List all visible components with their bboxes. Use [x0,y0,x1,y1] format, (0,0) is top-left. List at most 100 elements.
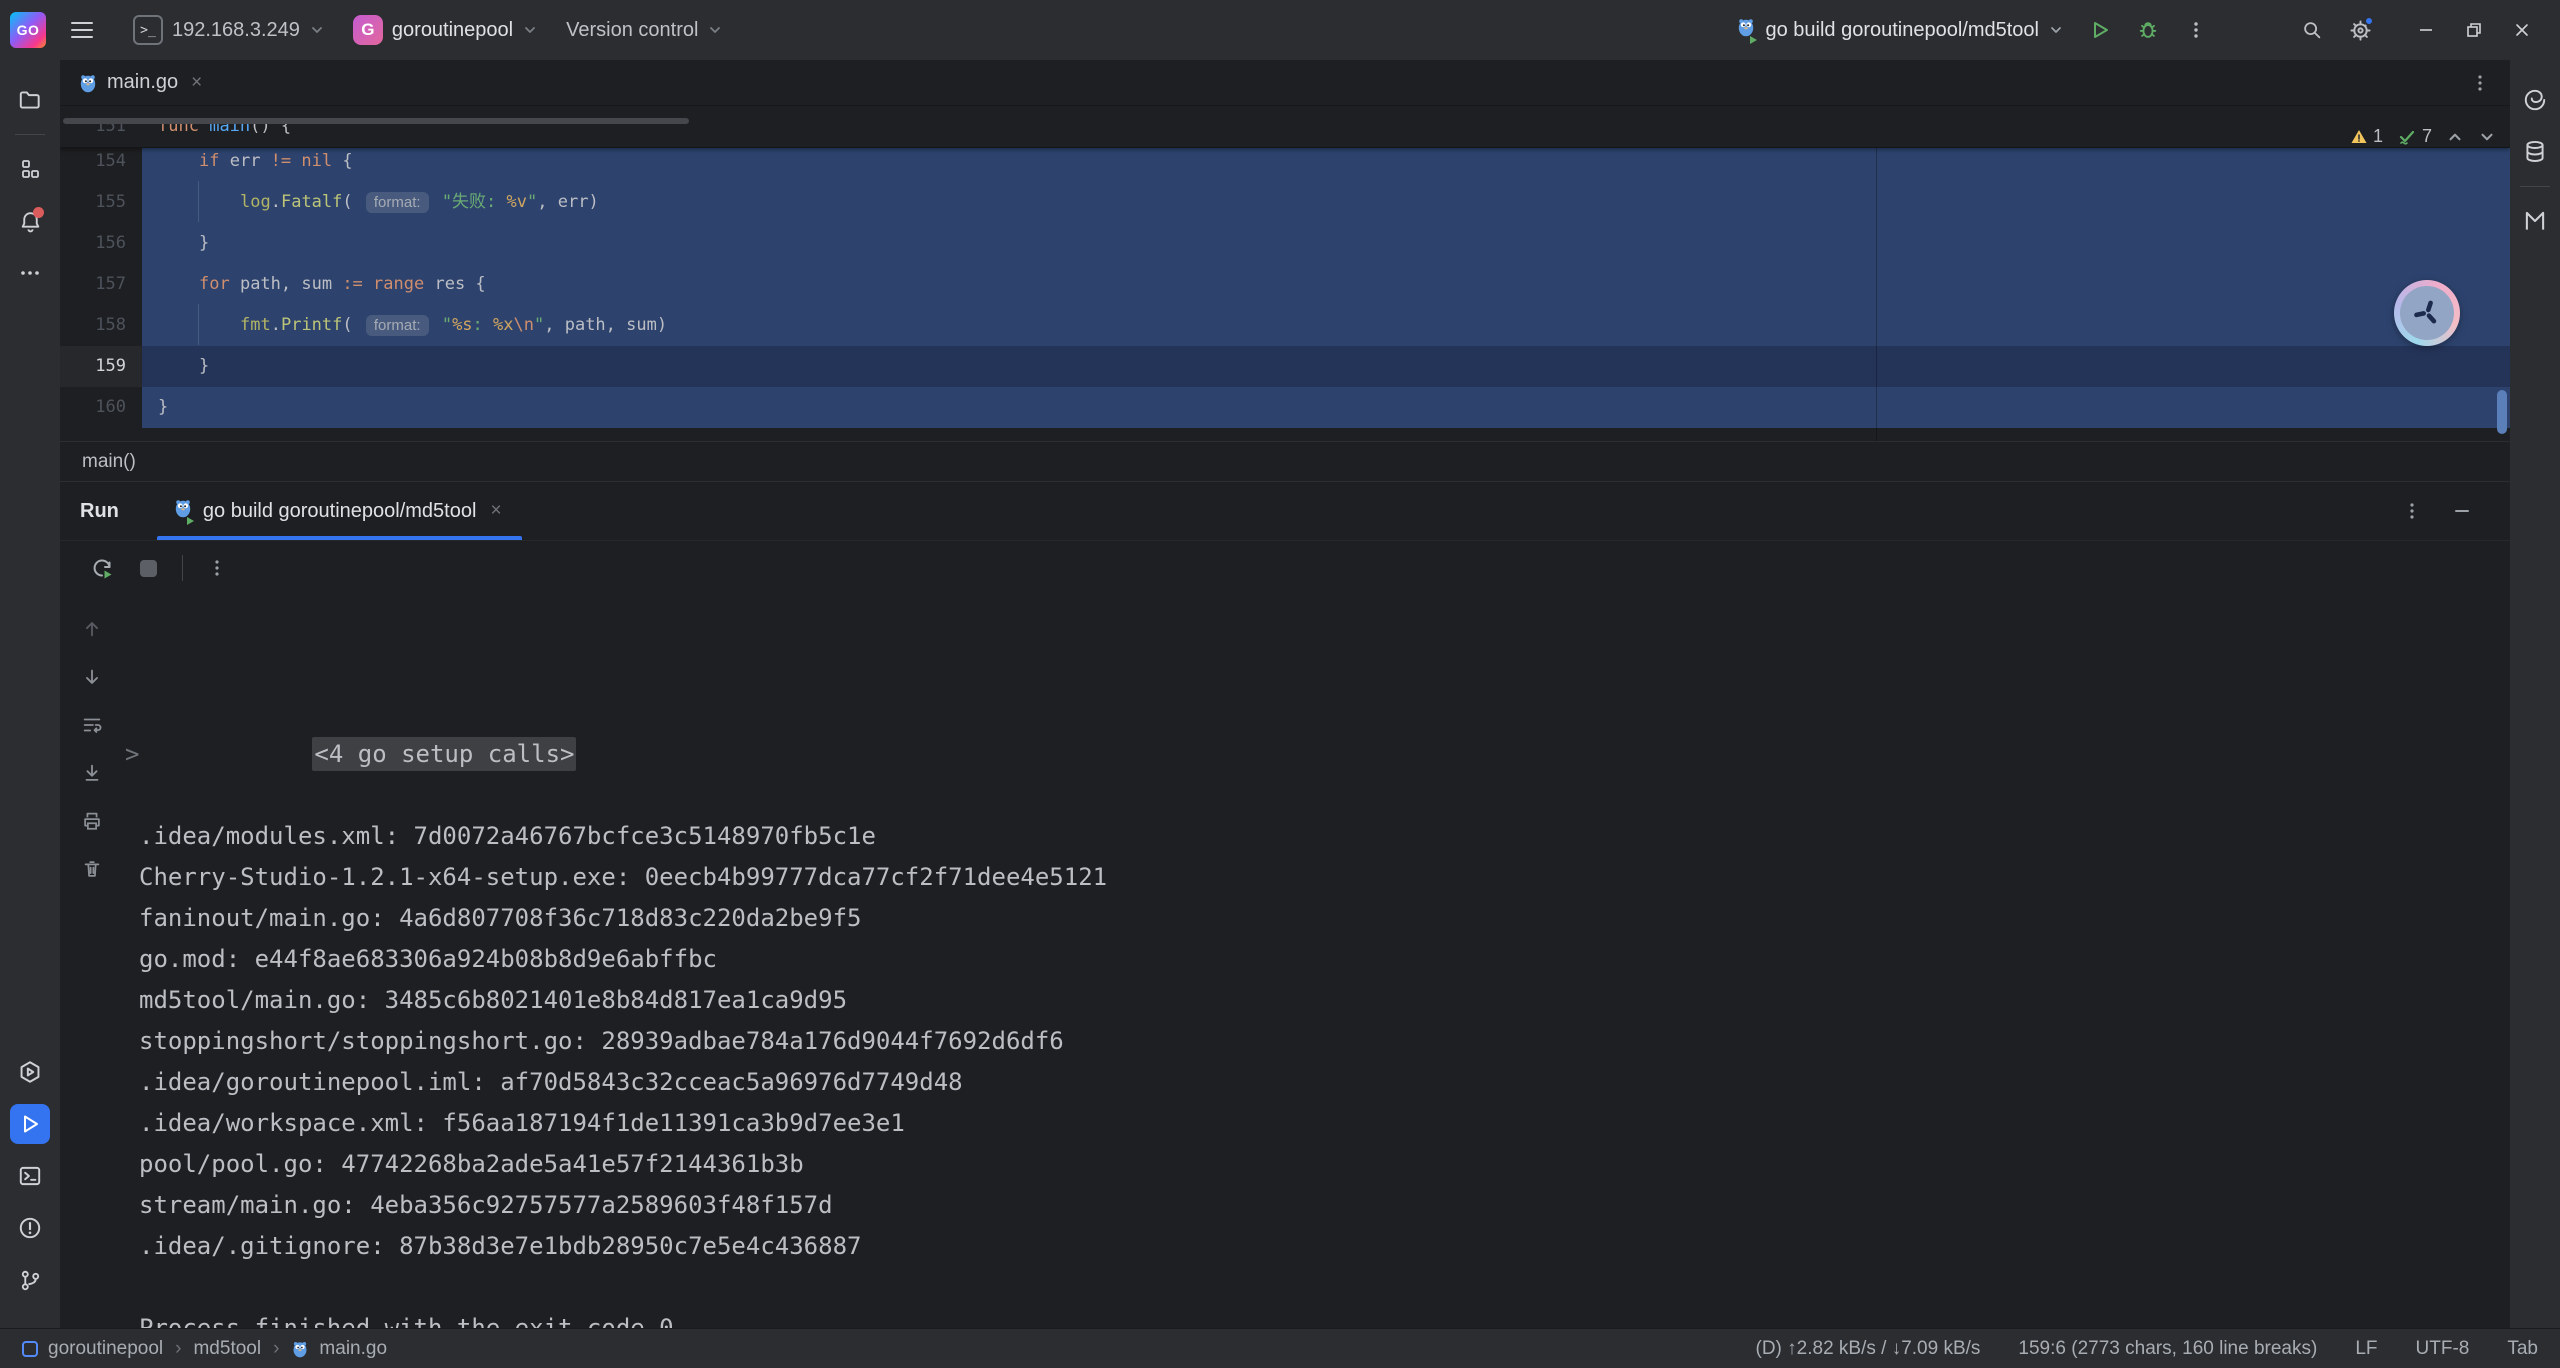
code-token [432,192,442,212]
folded-text[interactable]: <4 go setup calls> [312,737,576,771]
vcs-widget[interactable]: Version control [557,14,732,47]
passed-indicator[interactable]: 7 [2397,126,2432,147]
goland-logo: GO [10,12,46,48]
stop-icon [140,560,157,577]
database-tool-button[interactable] [2515,132,2555,172]
inlay-hint: format: [366,192,429,213]
more-tool-windows-button[interactable] [10,253,50,293]
inspections-widget[interactable]: 1 7 [2350,126,2496,147]
maven-tool-button[interactable] [2515,201,2555,241]
problems-tool-button[interactable] [10,1208,50,1248]
rerun-button[interactable] [82,548,122,588]
status-breadcrumbs[interactable]: goroutinepool › md5tool › main.go [22,1338,387,1360]
minimize-button[interactable] [2402,10,2450,50]
ai-assistant-tool-button[interactable] [2515,80,2555,120]
vertical-scrollbar-thumb[interactable] [2497,390,2507,434]
clear-console-button[interactable] [72,849,112,889]
project-icon: G [353,15,383,45]
code-token: ( [342,315,362,335]
git-branch-icon [18,1268,43,1293]
console-folded-line[interactable]: ><4 go setup calls> [139,693,2510,734]
scroll-end-icon [81,762,103,784]
run-tool-window-header: Run go build goroutinepool/md5tool × [60,482,2510,541]
next-occurrence-button[interactable] [72,657,112,697]
notifications-button[interactable] [10,201,50,241]
horizontal-scrollbar-thumb[interactable] [63,118,689,124]
breadcrumb-package[interactable]: md5tool [193,1338,261,1360]
ai-swirl-icon [2522,87,2548,113]
breadcrumb-separator: › [271,1338,281,1360]
console-line: faninout/main.go: 4a6d807708f36c718d83c2… [139,898,2510,939]
code-line-159: 159} [60,346,2510,387]
code-editor[interactable]: 151func main() { 154if err != nil {155lo… [60,106,2510,441]
tab-close-icon[interactable]: × [187,70,206,96]
restore-button[interactable] [2450,10,2498,50]
tab-options-button[interactable] [2460,63,2500,103]
hide-tool-window-button[interactable] [2442,491,2482,531]
prev-occurrence-button[interactable] [72,609,112,649]
console-output[interactable]: ><4 go setup calls> .idea/modules.xml: 7… [124,595,2510,1328]
settings-button[interactable] [2340,10,2380,50]
ellipsis-vertical-icon [2402,501,2422,521]
code-token: log [240,192,271,212]
run-button[interactable] [2080,10,2120,50]
ai-assistant-floating-button[interactable] [2394,280,2460,346]
breadcrumb-project[interactable]: goroutinepool [48,1338,163,1360]
code-text: } [142,346,2510,387]
editor-tab-main-go[interactable]: main.go × [60,60,220,105]
ellipsis-icon [18,261,42,285]
soft-wrap-button[interactable] [72,705,112,745]
run-configuration-widget[interactable]: go build goroutinepool/md5tool [1728,12,2072,48]
code-token: %s [452,315,472,335]
indent-widget[interactable]: Tab [2507,1338,2538,1360]
code-token: for [199,274,230,294]
close-button[interactable] [2498,10,2546,50]
indent-guide [198,304,199,345]
code-line-151: 151func main() { [60,106,2510,147]
terminal-tool-button[interactable] [10,1156,50,1196]
run-tool-button[interactable] [10,1104,50,1144]
go-file-icon [78,73,98,93]
scroll-to-end-button[interactable] [72,753,112,793]
current-function-label[interactable]: main() [82,451,136,473]
fold-marker-icon[interactable]: > [125,734,139,775]
chevron-up-icon[interactable] [2446,128,2464,146]
network-speed-widget[interactable]: (D) ↑2.82 kB/s / ↓7.09 kB/s [1756,1338,1981,1360]
breadcrumb-file[interactable]: main.go [319,1338,387,1360]
stop-button[interactable] [128,548,168,588]
debug-button[interactable] [2128,10,2168,50]
run-options-button[interactable] [2392,491,2432,531]
print-button[interactable] [72,801,112,841]
code-token [363,274,373,294]
play-icon [2089,19,2111,41]
services-tool-button[interactable] [10,1052,50,1092]
more-actions-button[interactable] [2176,10,2216,50]
line-number: 154 [60,148,142,182]
sticky-line: 151func main() { [60,106,2510,148]
structure-tool-button[interactable] [10,149,50,189]
console-more-button[interactable] [197,548,237,588]
git-tool-button[interactable] [10,1260,50,1300]
ai-assistant-logo [2400,286,2454,340]
remote-host-widget[interactable]: >_ 192.168.3.249 [124,10,334,50]
project-widget[interactable]: G goroutinepool [344,10,547,50]
caret-position-widget[interactable]: 159:6 (2773 chars, 160 line breaks) [2018,1338,2317,1360]
tab-close-icon[interactable]: × [486,498,505,524]
project-tool-button[interactable] [10,80,50,120]
console-lines: .idea/modules.xml: 7d0072a46767bcfce3c51… [139,816,2510,1328]
code-token: Printf [281,315,342,335]
editor-tab-label: main.go [107,71,178,94]
title-bar-left: GO >_ 192.168.3.249 G goroutinepool Vers… [10,10,732,50]
arrow-down-icon [81,666,103,688]
line-ending-widget[interactable]: LF [2355,1338,2377,1360]
run-console: ><4 go setup calls> .idea/modules.xml: 7… [60,595,2510,1328]
encoding-widget[interactable]: UTF-8 [2416,1338,2470,1360]
warnings-indicator[interactable]: 1 [2350,126,2383,147]
inlay-hint: format: [366,315,429,336]
chevron-down-icon[interactable] [2478,128,2496,146]
project-name: goroutinepool [392,19,513,42]
search-everywhere-button[interactable] [2292,10,2332,50]
run-tab[interactable]: go build goroutinepool/md5tool × [157,482,522,540]
main-menu-button[interactable] [64,12,100,48]
code-line-158: 158fmt.Printf( format: "%s: %x\n", path,… [60,305,2510,346]
